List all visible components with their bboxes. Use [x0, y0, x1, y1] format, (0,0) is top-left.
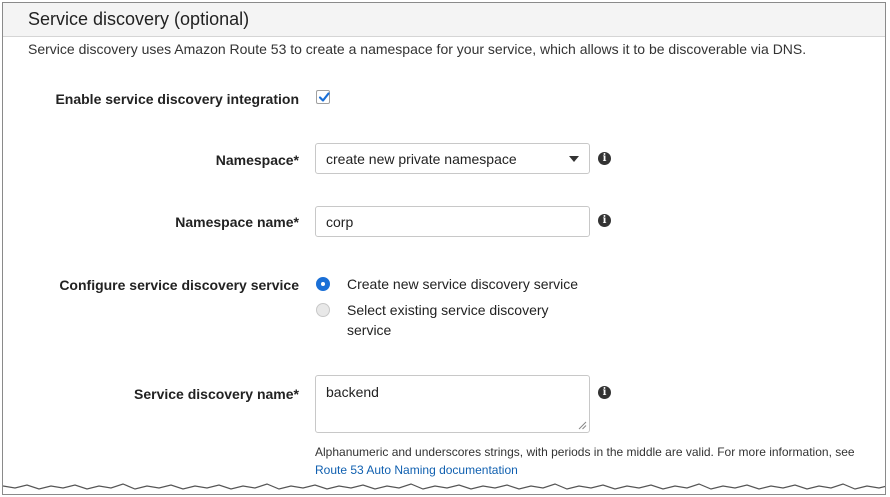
section-header: Service discovery (optional) — [3, 3, 885, 37]
namespace-name-info-icon[interactable]: i — [598, 214, 611, 227]
section-title: Service discovery (optional) — [28, 9, 250, 29]
discovery-name-info-icon[interactable]: i — [598, 386, 611, 399]
radio-select-existing[interactable] — [316, 303, 330, 317]
discovery-name-help: Alphanumeric and underscores strings, wi… — [315, 443, 875, 479]
radio-create-new[interactable] — [316, 277, 330, 291]
namespace-select-value: create new private namespace — [326, 151, 517, 167]
discovery-name-label: Service discovery name* — [134, 386, 299, 402]
radio-select-existing-label[interactable]: Select existing service discovery servic… — [347, 300, 549, 340]
checkmark-icon — [318, 92, 330, 102]
enable-label: Enable service discovery integration — [55, 91, 299, 107]
configure-label: Configure service discovery service — [59, 277, 299, 293]
enable-checkbox[interactable] — [316, 90, 330, 104]
radio-select-existing-label-line2: service — [347, 322, 392, 338]
torn-edge — [3, 483, 885, 494]
namespace-name-label: Namespace name* — [175, 214, 299, 230]
namespace-select[interactable]: create new private namespace — [315, 143, 590, 174]
section-description: Service discovery uses Amazon Route 53 t… — [28, 41, 807, 57]
service-discovery-panel: Service discovery (optional) Service dis… — [2, 2, 886, 495]
namespace-name-input[interactable]: corp — [315, 206, 590, 237]
discovery-name-value: backend — [326, 384, 379, 400]
namespace-name-value: corp — [326, 214, 354, 230]
route53-docs-link[interactable]: Route 53 Auto Naming documentation — [315, 463, 518, 477]
chevron-down-icon — [569, 156, 579, 162]
resize-handle-icon[interactable] — [578, 421, 587, 430]
discovery-name-textarea[interactable]: backend — [315, 375, 590, 433]
namespace-label: Namespace* — [215, 152, 299, 168]
namespace-info-icon[interactable]: i — [598, 152, 611, 165]
radio-select-existing-label-line1: Select existing service discovery — [347, 302, 549, 318]
radio-create-new-label[interactable]: Create new service discovery service — [347, 274, 578, 294]
discovery-name-help-text: Alphanumeric and underscores strings, wi… — [315, 445, 855, 459]
